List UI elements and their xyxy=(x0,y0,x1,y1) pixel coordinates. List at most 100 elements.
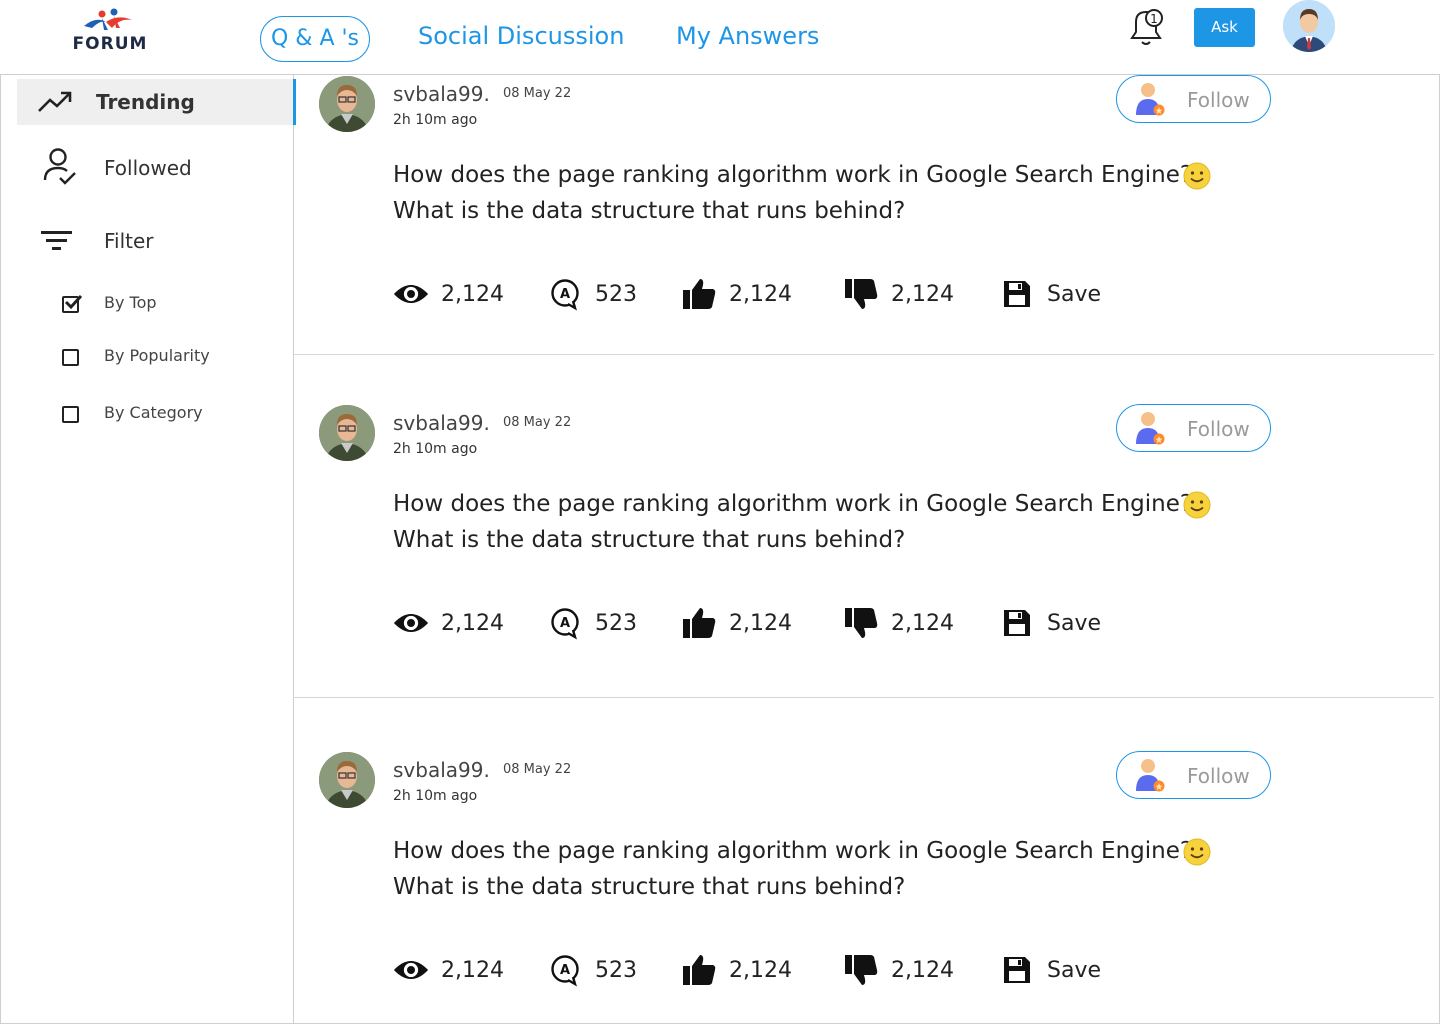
author-photo xyxy=(319,752,375,808)
dislike-stat[interactable]: 2,124 xyxy=(842,276,954,312)
likes-count: 2,124 xyxy=(729,957,792,983)
author-photo xyxy=(319,405,375,461)
follow-button[interactable]: Follow xyxy=(1116,751,1271,799)
dislike-stat[interactable]: 2,124 xyxy=(842,952,954,988)
author-photo xyxy=(319,76,375,132)
question-line: What is the data structure that runs beh… xyxy=(393,198,906,224)
post-card: svbala99. 08 May 22 2h 10m ago Follow Ho… xyxy=(294,75,1434,335)
post-username[interactable]: svbala99. xyxy=(393,82,490,106)
svg-text:A: A xyxy=(560,963,570,978)
follow-user-icon xyxy=(1136,412,1165,445)
save-disk-icon xyxy=(998,606,1036,640)
dislikes-count: 2,124 xyxy=(891,610,954,636)
filter-by-category[interactable]: By Category xyxy=(62,402,203,426)
post-question[interactable]: How does the page ranking algorithm work… xyxy=(393,486,1193,558)
question-line: What is the data structure that runs beh… xyxy=(393,527,906,553)
filter-label: By Category xyxy=(104,403,203,422)
filter-label: By Popularity xyxy=(104,346,210,365)
post-divider xyxy=(294,697,1434,698)
user-check-icon xyxy=(41,148,77,185)
post-card: svbala99. 08 May 22 2h 10m ago Follow Ho… xyxy=(294,751,1434,1011)
save-label: Save xyxy=(1047,281,1102,307)
post-question[interactable]: How does the page ranking algorithm work… xyxy=(393,833,1193,905)
eye-icon xyxy=(392,953,430,987)
answers-count: 523 xyxy=(595,610,637,636)
views-stat: 2,124 xyxy=(392,276,504,312)
sidebar-item-filter[interactable]: Filter xyxy=(17,218,294,264)
save-button[interactable]: Save xyxy=(998,952,1101,988)
post-date: 08 May 22 xyxy=(503,415,572,430)
top-header: FORUM Q & A 's Social Discussion My Answ… xyxy=(0,0,1440,75)
views-count: 2,124 xyxy=(441,281,504,307)
save-button[interactable]: Save xyxy=(998,605,1101,641)
trending-up-icon xyxy=(37,84,73,120)
thumbs-down-icon xyxy=(842,953,880,987)
follow-button[interactable]: Follow xyxy=(1116,75,1271,123)
sidebar-item-label: Followed xyxy=(104,156,192,180)
save-label: Save xyxy=(1047,957,1102,983)
thumbs-down-icon xyxy=(842,277,880,311)
thumbs-up-icon xyxy=(680,606,718,640)
views-stat: 2,124 xyxy=(392,605,504,641)
answers-stat[interactable]: A 523 xyxy=(546,605,637,641)
answers-stat[interactable]: A 523 xyxy=(546,276,637,312)
post-card: svbala99. 08 May 22 2h 10m ago Follow Ho… xyxy=(294,404,1434,664)
post-author-avatar[interactable] xyxy=(319,76,375,132)
filter-icon xyxy=(39,223,75,259)
post-username[interactable]: svbala99. xyxy=(393,411,490,435)
filter-by-top[interactable]: By Top xyxy=(62,292,157,316)
answer-bubble-icon: A xyxy=(546,277,584,311)
smiley-icon xyxy=(1183,491,1211,519)
smiley-icon xyxy=(1183,162,1211,190)
like-stat[interactable]: 2,124 xyxy=(680,952,792,988)
save-disk-icon xyxy=(998,953,1036,987)
checkbox-unchecked[interactable] xyxy=(62,348,79,366)
eye-icon xyxy=(392,277,430,311)
like-stat[interactable]: 2,124 xyxy=(680,605,792,641)
checkbox-checked[interactable] xyxy=(62,294,83,313)
post-divider xyxy=(294,354,1434,355)
notification-button[interactable]: 1 xyxy=(1124,4,1170,48)
follow-label: Follow xyxy=(1187,417,1250,441)
answer-bubble-icon: A xyxy=(546,606,584,640)
user-avatar[interactable] xyxy=(1283,0,1335,52)
filter-by-popularity[interactable]: By Popularity xyxy=(62,345,210,369)
post-question[interactable]: How does the page ranking algorithm work… xyxy=(393,157,1193,229)
answers-count: 523 xyxy=(595,281,637,307)
like-stat[interactable]: 2,124 xyxy=(680,276,792,312)
sidebar: Trending Followed Filter By Top By Popul… xyxy=(0,75,296,1024)
follow-button[interactable]: Follow xyxy=(1116,404,1271,452)
views-count: 2,124 xyxy=(441,957,504,983)
save-label: Save xyxy=(1047,610,1102,636)
thumbs-up-icon xyxy=(680,953,718,987)
tab-social-discussion[interactable]: Social Discussion xyxy=(418,22,624,50)
bell-icon: 1 xyxy=(1130,9,1163,45)
save-button[interactable]: Save xyxy=(998,276,1101,312)
post-date: 08 May 22 xyxy=(503,762,572,777)
post-author-avatar[interactable] xyxy=(319,752,375,808)
notification-count: 1 xyxy=(1150,12,1158,26)
sidebar-item-trending[interactable]: Trending xyxy=(17,79,296,125)
dislikes-count: 2,124 xyxy=(891,281,954,307)
tab-qa[interactable]: Q & A 's xyxy=(260,16,371,62)
sidebar-item-label: Trending xyxy=(96,90,195,114)
question-line: How does the page ranking algorithm work… xyxy=(393,491,1193,517)
follow-user-icon xyxy=(1136,759,1165,792)
ask-button[interactable]: Ask xyxy=(1194,8,1255,47)
post-author-avatar[interactable] xyxy=(319,405,375,461)
save-disk-icon xyxy=(998,277,1036,311)
post-username[interactable]: svbala99. xyxy=(393,758,490,782)
post-time-ago: 2h 10m ago xyxy=(393,788,478,804)
question-line: How does the page ranking algorithm work… xyxy=(393,838,1193,864)
answers-stat[interactable]: A 523 xyxy=(546,952,637,988)
sidebar-item-followed[interactable]: Followed xyxy=(17,145,294,191)
checkbox-unchecked[interactable] xyxy=(62,405,79,423)
post-time-ago: 2h 10m ago xyxy=(393,112,478,128)
answers-count: 523 xyxy=(595,957,637,983)
tab-my-answers[interactable]: My Answers xyxy=(676,22,819,50)
dislike-stat[interactable]: 2,124 xyxy=(842,605,954,641)
forum-logo[interactable]: FORUM xyxy=(62,6,158,56)
post-date: 08 May 22 xyxy=(503,86,572,101)
post-time-ago: 2h 10m ago xyxy=(393,441,478,457)
thumbs-up-icon xyxy=(680,277,718,311)
